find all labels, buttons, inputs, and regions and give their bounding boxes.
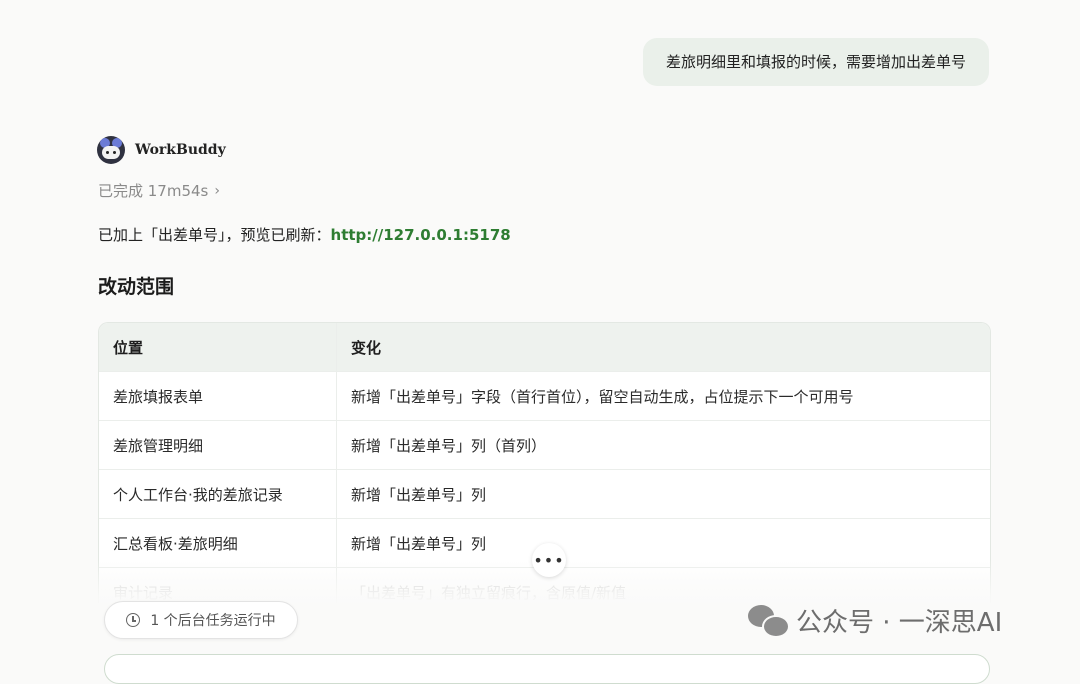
background-tasks-label: 1 个后台任务运行中	[150, 613, 276, 629]
preview-link[interactable]: http://127.0.0.1:5178	[331, 226, 511, 244]
agent-name: WorkBuddy	[135, 142, 226, 158]
message-composer[interactable]	[104, 654, 990, 684]
chevron-right-icon: ›	[214, 182, 220, 199]
background-tasks-pill[interactable]: 1 个后台任务运行中	[104, 601, 298, 639]
cell-change: 新增「出差单号」字段（首行首位），留空自动生成，占位提示下一个可用号	[336, 371, 990, 421]
cell-change: 「出差单号」有独立留痕行，含原值/新值	[336, 567, 990, 603]
watermark-text: 公众号 · 一深思AI	[796, 607, 1003, 638]
agent-reply: 已加上「出差单号」，预览已刷新：http://127.0.0.1:5178	[98, 224, 511, 245]
cell-location: 汇总看板·差旅明细	[99, 518, 337, 568]
cell-location: 个人工作台·我的差旅记录	[99, 469, 337, 519]
table-row: 差旅管理明细 新增「出差单号」列（首列）	[99, 420, 990, 470]
more-button[interactable]: •••	[532, 543, 566, 577]
user-message-bubble: 差旅明细里和填报的时候，需要增加出差单号	[643, 38, 989, 86]
cell-location: 差旅填报表单	[99, 371, 337, 421]
watermark: 公众号 · 一深思AI	[748, 600, 1002, 640]
wechat-icon	[748, 603, 790, 638]
section-title: 改动范围	[98, 276, 175, 298]
table-row: 差旅填报表单 新增「出差单号」字段（首行首位），留空自动生成，占位提示下一个可用…	[99, 371, 990, 421]
header-location: 位置	[99, 323, 337, 372]
clock-icon	[126, 613, 141, 627]
status-text: 已完成 17m54s	[98, 182, 209, 200]
cell-location: 审计记录	[99, 567, 337, 603]
table-row: 个人工作台·我的差旅记录 新增「出差单号」列	[99, 469, 990, 519]
robot-avatar-icon	[97, 136, 125, 164]
cell-change: 新增「出差单号」列	[336, 518, 990, 568]
agent-header: WorkBuddy	[97, 135, 226, 165]
cell-change: 新增「出差单号」列（首列）	[336, 420, 990, 470]
header-change: 变化	[336, 323, 990, 372]
reply-text: 已加上「出差单号」，预览已刷新：	[98, 226, 331, 244]
cell-location: 差旅管理明细	[99, 420, 337, 470]
table-header-row: 位置 变化	[99, 323, 990, 372]
completion-status[interactable]: 已完成 17m54s ›	[98, 180, 220, 201]
cell-change: 新增「出差单号」列	[336, 469, 990, 519]
